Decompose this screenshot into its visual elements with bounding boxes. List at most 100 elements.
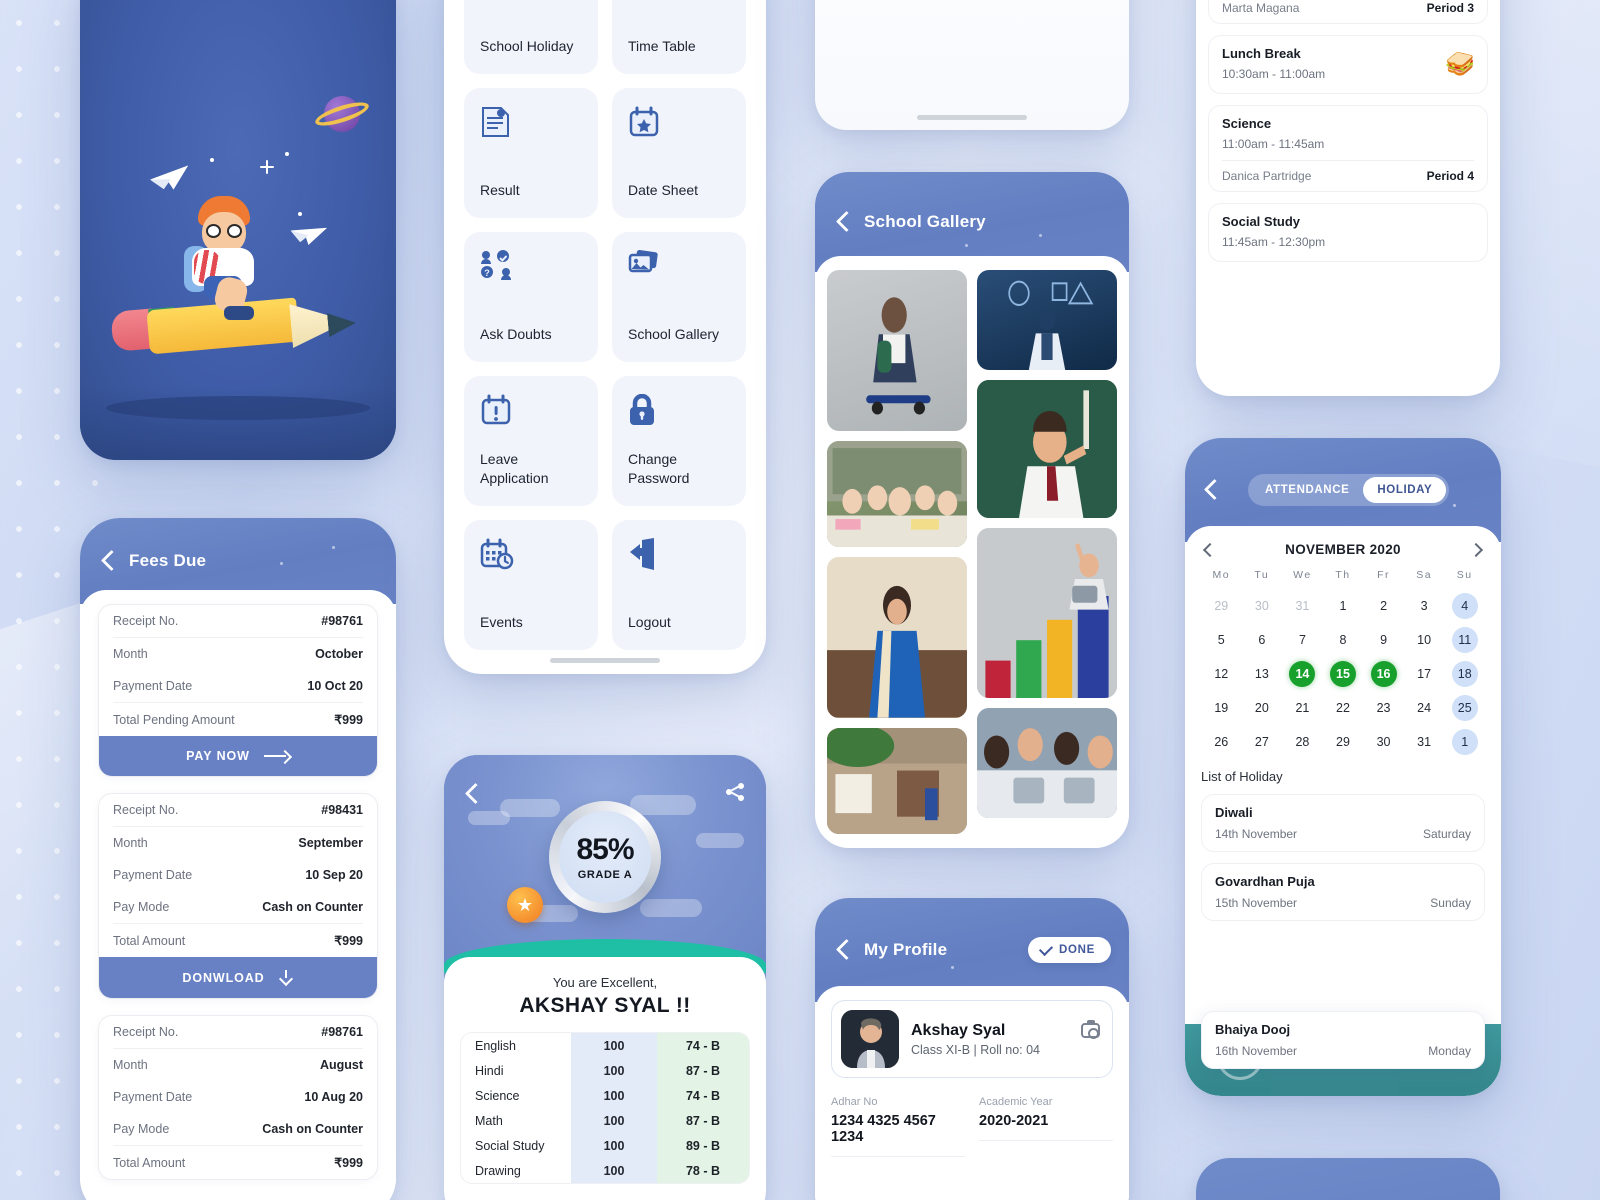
timetable-entry[interactable]: Lunch Break 10:30am - 11:00am 🥪 bbox=[1208, 35, 1488, 94]
holiday-day: Monday bbox=[1428, 1044, 1471, 1058]
timetable-entry[interactable]: Social Study 11:45am - 12:30pm bbox=[1208, 203, 1488, 262]
fee-receipt-card: Receipt No. #98431 Month September Payment… bbox=[98, 793, 378, 999]
row-key: Pay Mode bbox=[113, 900, 170, 914]
gallery-column-right bbox=[977, 270, 1117, 834]
menu-tile-school-holiday[interactable]: School Holiday bbox=[464, 0, 598, 74]
calendar-day[interactable]: 29 bbox=[1323, 729, 1364, 755]
calendar-day[interactable]: 10 bbox=[1404, 627, 1445, 653]
camera-icon[interactable] bbox=[1081, 1020, 1100, 1039]
calendar-day[interactable]: 18 bbox=[1444, 661, 1485, 687]
calendar-day[interactable]: 30 bbox=[1363, 729, 1404, 755]
calendar-day-holiday[interactable]: 14 bbox=[1282, 661, 1323, 687]
calendar-day[interactable]: 6 bbox=[1242, 627, 1283, 653]
holiday-item[interactable]: Govardhan Puja 15th November Sunday bbox=[1201, 863, 1485, 921]
calendar-day[interactable]: 31 bbox=[1282, 593, 1323, 619]
calendar-day[interactable]: 1 bbox=[1444, 729, 1485, 755]
back-button[interactable] bbox=[1205, 479, 1218, 501]
next-month-button[interactable] bbox=[1468, 542, 1484, 557]
back-button[interactable] bbox=[466, 783, 479, 805]
calendar-day[interactable]: 24 bbox=[1404, 695, 1445, 721]
gallery-photo[interactable] bbox=[827, 727, 967, 834]
back-button[interactable] bbox=[837, 211, 850, 233]
holiday-date: 16th November bbox=[1215, 1044, 1298, 1058]
done-button[interactable]: DONE bbox=[1027, 937, 1111, 963]
holiday-date: 15th November bbox=[1215, 896, 1298, 910]
pay-now-button[interactable]: PAY NOW bbox=[99, 736, 377, 776]
menu-tile-logout[interactable]: Logout bbox=[612, 520, 746, 650]
back-button[interactable] bbox=[102, 550, 115, 572]
calendar-day[interactable]: 12 bbox=[1201, 661, 1242, 687]
calendar-day[interactable]: 26 bbox=[1201, 729, 1242, 755]
row-value: Cash on Counter bbox=[262, 900, 363, 914]
holiday-date: 14th November bbox=[1215, 827, 1298, 841]
menu-tile-change-password[interactable]: Change Password bbox=[612, 376, 746, 506]
timetable-period: Period 4 bbox=[1426, 169, 1474, 183]
row-key: Total Pending Amount bbox=[113, 712, 235, 727]
calendar-day[interactable]: 17 bbox=[1404, 661, 1445, 687]
menu-tile-events[interactable]: Events bbox=[464, 520, 598, 650]
gallery-photo[interactable] bbox=[977, 528, 1117, 698]
timetable-entry[interactable]: Science 11:00am - 11:45am Danica Partrid… bbox=[1208, 105, 1488, 192]
svg-text:?: ? bbox=[484, 268, 490, 278]
calendar-day[interactable]: 3 bbox=[1404, 593, 1445, 619]
menu-tile-leave-application[interactable]: Leave Application bbox=[464, 376, 598, 506]
calendar-day-holiday[interactable]: 16 bbox=[1363, 661, 1404, 687]
field-label: Academic Year bbox=[979, 1096, 1053, 1108]
photos-icon bbox=[628, 250, 730, 294]
timetable-entry[interactable]: English 09:45am - 10:30am Marta MaganaPe… bbox=[1208, 0, 1488, 24]
holiday-day: Saturday bbox=[1422, 827, 1471, 841]
calendar-day[interactable]: 25 bbox=[1444, 695, 1485, 721]
calendar-day[interactable]: 19 bbox=[1201, 695, 1242, 721]
back-button[interactable] bbox=[837, 939, 850, 961]
holiday-item[interactable]: Bhaiya Dooj 16th November Monday bbox=[1201, 1011, 1485, 1069]
holiday-calendar-screen: ATTENDANCE HOLIDAY NOVEMBER 2020 Mo Tu W… bbox=[1185, 438, 1501, 1096]
menu-tile-time-table[interactable]: 31 Time Table bbox=[612, 0, 746, 74]
calendar-day[interactable]: 7 bbox=[1282, 627, 1323, 653]
gallery-photo[interactable] bbox=[977, 380, 1117, 518]
calendar-day[interactable]: 2 bbox=[1363, 593, 1404, 619]
calendar-day[interactable]: 23 bbox=[1363, 695, 1404, 721]
menu-tile-ask-doubts[interactable]: ? Ask Doubts bbox=[464, 232, 598, 362]
fees-due-screen: Fees Due Receipt No. #98761 Month October … bbox=[80, 518, 396, 1200]
calendar-day[interactable]: 1 bbox=[1323, 593, 1364, 619]
gallery-photo[interactable] bbox=[977, 708, 1117, 818]
download-button[interactable]: DONWLOAD bbox=[99, 957, 377, 998]
page-title: Fees Due bbox=[129, 551, 207, 570]
profile-name: Akshay Syal bbox=[911, 1021, 1006, 1039]
calendar-day[interactable]: 30 bbox=[1242, 593, 1283, 619]
menu-tile-date-sheet[interactable]: Date Sheet bbox=[612, 88, 746, 218]
calendar-day[interactable]: 9 bbox=[1363, 627, 1404, 653]
gallery-photo[interactable] bbox=[977, 270, 1117, 370]
calendar-body: NOVEMBER 2020 Mo Tu We Th Fr Sa Su 29 30… bbox=[1185, 526, 1501, 1096]
gallery-photo[interactable] bbox=[827, 440, 967, 547]
calendar-day-holiday[interactable]: 15 bbox=[1323, 661, 1364, 687]
calendar-day[interactable]: 22 bbox=[1323, 695, 1364, 721]
tab-attendance[interactable]: ATTENDANCE bbox=[1251, 477, 1363, 503]
calendar-day[interactable]: 11 bbox=[1444, 627, 1485, 653]
gallery-photo[interactable] bbox=[827, 270, 967, 431]
subject-total: 100 bbox=[571, 1133, 657, 1158]
menu-tile-result[interactable]: Result bbox=[464, 88, 598, 218]
calendar-month-label: NOVEMBER 2020 bbox=[1285, 542, 1401, 557]
table-row: Month September bbox=[99, 827, 377, 859]
calendar-day[interactable]: 29 bbox=[1201, 593, 1242, 619]
calendar-day[interactable]: 20 bbox=[1242, 695, 1283, 721]
calendar-day[interactable]: 27 bbox=[1242, 729, 1283, 755]
tab-holiday[interactable]: HOLIDAY bbox=[1363, 477, 1447, 503]
calendar-day[interactable]: 31 bbox=[1404, 729, 1445, 755]
subject-total: 100 bbox=[571, 1083, 657, 1108]
dow-label: Tu bbox=[1254, 569, 1270, 581]
calendar-day[interactable]: 4 bbox=[1444, 593, 1485, 619]
calendar-day[interactable]: 21 bbox=[1282, 695, 1323, 721]
calendar-day[interactable]: 28 bbox=[1282, 729, 1323, 755]
share-icon[interactable] bbox=[726, 783, 744, 801]
calendar-day[interactable]: 8 bbox=[1323, 627, 1364, 653]
calendar-day[interactable]: 13 bbox=[1242, 661, 1283, 687]
menu-tile-school-gallery[interactable]: School Gallery bbox=[612, 232, 746, 362]
gallery-photo[interactable] bbox=[827, 557, 967, 718]
menu-tile-label: Ask Doubts bbox=[480, 326, 552, 343]
done-label: DONE bbox=[1058, 944, 1095, 956]
calendar-day[interactable]: 5 bbox=[1201, 627, 1242, 653]
prev-month-button[interactable] bbox=[1202, 542, 1218, 557]
holiday-item[interactable]: Diwali 14th November Saturday bbox=[1201, 794, 1485, 852]
